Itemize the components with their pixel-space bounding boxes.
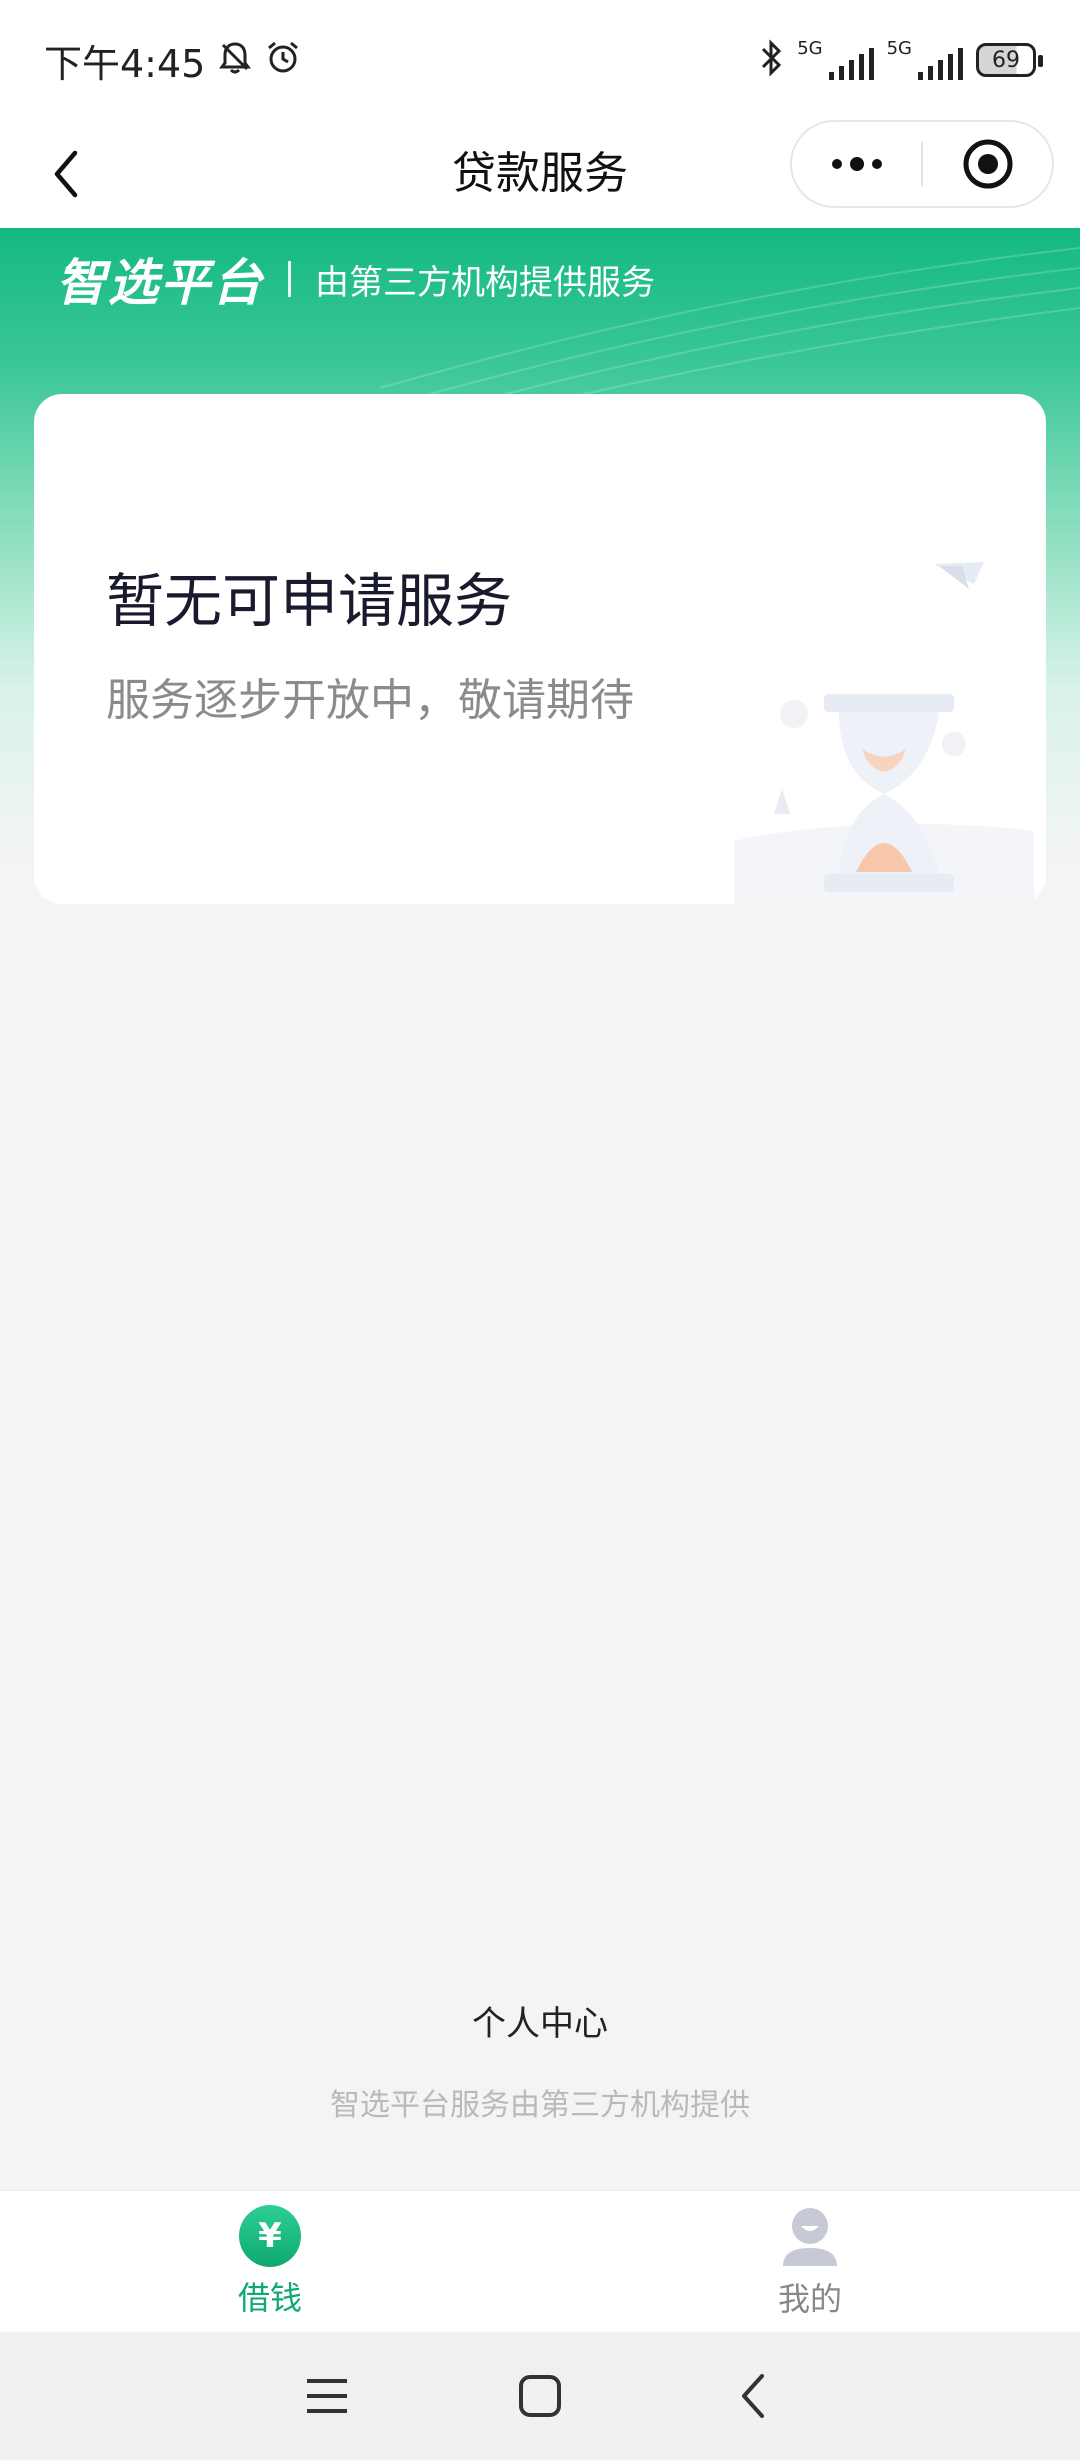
notification-bell-icon bbox=[219, 41, 252, 79]
back-triangle-icon bbox=[742, 2374, 765, 2418]
hero-header: 智选平台 由第三方机构提供服务 bbox=[56, 244, 655, 314]
signal-icon: 5G bbox=[797, 38, 874, 82]
alarm-clock-icon bbox=[265, 40, 301, 80]
status-left: 下午4:45 bbox=[44, 33, 301, 88]
brand-divider bbox=[288, 261, 291, 297]
yen-icon: ¥ bbox=[239, 2204, 301, 2267]
tab-mine[interactable]: 我的 bbox=[540, 2191, 1080, 2332]
brand-logo: 智选平台 bbox=[56, 254, 264, 312]
nav-bar: 贷款服务 bbox=[0, 120, 1080, 228]
menu-button[interactable] bbox=[287, 2356, 367, 2436]
empty-state-title: 暂无可申请服务 bbox=[106, 567, 513, 635]
hourglass-icon bbox=[734, 562, 1034, 904]
personal-center-link[interactable]: 个人中心 bbox=[0, 1996, 1080, 2045]
home-square-icon bbox=[518, 2375, 561, 2417]
tab-mine-label: 我的 bbox=[777, 2279, 842, 2318]
status-right: 5G 5G 69 bbox=[759, 38, 1043, 82]
home-button[interactable] bbox=[500, 2356, 580, 2436]
tab-borrow[interactable]: ¥ 借钱 bbox=[0, 2191, 540, 2332]
signal-icon: 5G bbox=[887, 38, 964, 82]
tab-bar: ¥ 借钱 我的 bbox=[0, 2190, 1080, 2332]
user-profile-icon bbox=[783, 2207, 837, 2266]
system-nav-bar bbox=[0, 2332, 1080, 2460]
battery-level: 69 bbox=[992, 47, 1020, 73]
chevron-left-icon bbox=[54, 150, 78, 198]
brand-subtitle: 由第三方机构提供服务 bbox=[315, 262, 655, 303]
signal-label-1: 5G bbox=[797, 38, 823, 59]
status-time: 下午4:45 bbox=[44, 41, 206, 86]
system-back-button[interactable] bbox=[713, 2356, 793, 2436]
miniprogram-capsule bbox=[790, 120, 1054, 208]
footer-note: 智选平台服务由第三方机构提供 bbox=[330, 2088, 750, 2123]
bluetooth-icon bbox=[759, 39, 785, 81]
empty-state-card: 暂无可申请服务 服务逐步开放中，敬请期待 bbox=[34, 394, 1046, 904]
more-dots-icon bbox=[831, 157, 882, 171]
empty-state-subtitle: 服务逐步开放中，敬请期待 bbox=[106, 675, 634, 726]
target-circle-icon bbox=[963, 139, 1012, 189]
battery-icon: 69 bbox=[976, 43, 1043, 77]
more-button[interactable] bbox=[792, 122, 921, 206]
status-bar: 下午4:45 5G 5G 69 bbox=[0, 0, 1080, 120]
tab-borrow-label: 借钱 bbox=[237, 2278, 302, 2317]
close-button[interactable] bbox=[923, 122, 1052, 206]
signal-label-2: 5G bbox=[886, 38, 912, 59]
back-button[interactable] bbox=[36, 144, 96, 204]
menu-icon bbox=[306, 2379, 347, 2413]
